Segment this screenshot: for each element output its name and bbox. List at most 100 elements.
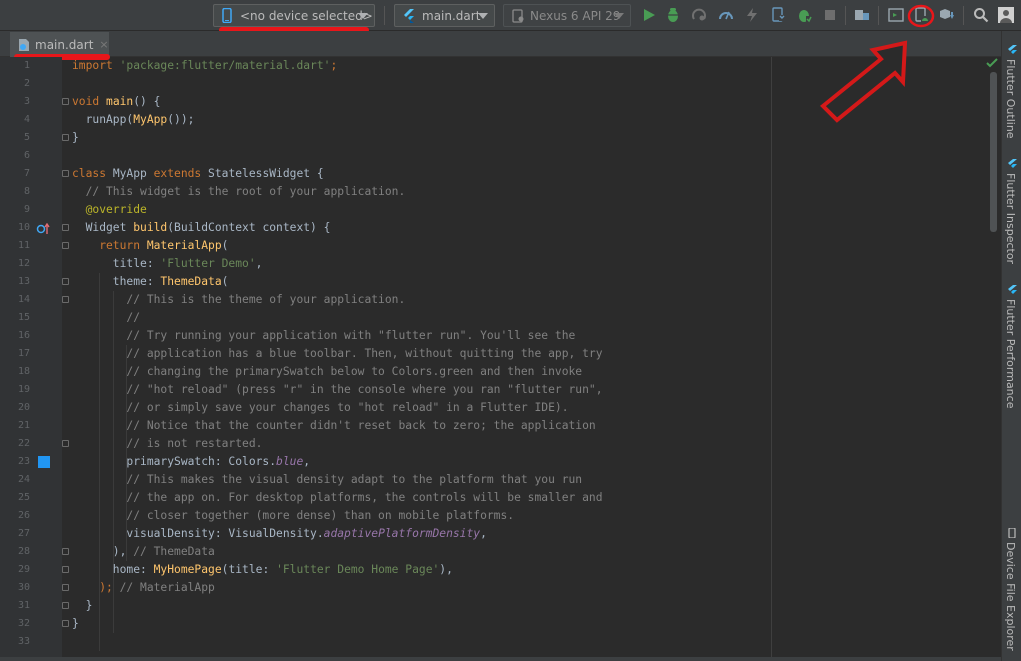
highlight-circle [907, 4, 935, 28]
code-line-25: // the app on. For desktop platforms, th… [72, 491, 603, 504]
chevron-down-icon [478, 13, 488, 19]
color-swatch-icon[interactable] [38, 456, 50, 468]
line-number: 12 [17, 258, 30, 269]
chevron-down-icon [614, 13, 624, 19]
fold-marker[interactable] [62, 548, 69, 555]
user-icon[interactable] [998, 7, 1014, 23]
close-icon[interactable]: × [99, 38, 108, 51]
main-toolbar: <no device selected> main.dart Nexus 6 A… [0, 0, 1021, 33]
fold-marker[interactable] [62, 620, 69, 627]
fold-marker[interactable] [62, 170, 69, 177]
apply-changes-icon[interactable] [796, 7, 812, 23]
code-line-23: primarySwatch: Colors.blue, [72, 455, 311, 468]
code-line-30: ); // MaterialApp [72, 581, 215, 594]
line-number: 14 [17, 294, 30, 305]
search-icon[interactable] [973, 7, 989, 23]
code-line-11: return MaterialApp( [72, 239, 229, 252]
fold-marker[interactable] [62, 278, 69, 285]
toolbar-separator [963, 6, 964, 25]
flutter-icon [404, 8, 414, 23]
device-file-explorer-icon [1008, 528, 1016, 538]
device-selector[interactable]: <no device selected> [213, 4, 375, 27]
avd-label: Nexus 6 API 29 [530, 8, 621, 23]
code-editor[interactable]: import 'package:flutter/material.dart'; … [72, 57, 772, 657]
hot-restart-icon[interactable] [744, 7, 760, 23]
line-number: 15 [17, 312, 30, 323]
code-line-10: Widget build(BuildContext context) { [72, 221, 331, 234]
code-line-8: // This widget is the root of your appli… [72, 185, 406, 198]
line-number: 13 [17, 276, 30, 287]
toolbar-separator [845, 6, 846, 25]
line-number: 26 [17, 510, 30, 521]
line-number: 22 [17, 438, 30, 449]
code-line-5: } [72, 131, 79, 144]
editor-scrollbar[interactable] [990, 72, 997, 232]
code-line-7: class MyApp extends StatelessWidget { [72, 167, 324, 180]
sync-icon[interactable] [939, 7, 955, 23]
line-number: 4 [23, 114, 30, 125]
line-number: 20 [17, 402, 30, 413]
code-line-1: import 'package:flutter/material.dart'; [72, 59, 338, 72]
line-number: 11 [17, 240, 30, 251]
line-number: 9 [23, 204, 30, 215]
sdk-manager-icon[interactable] [888, 7, 904, 23]
line-number: 18 [17, 366, 30, 377]
line-number: 1 [23, 60, 30, 71]
fold-marker[interactable] [62, 98, 69, 105]
flutter-icon [1008, 159, 1017, 168]
line-number: 25 [17, 492, 30, 503]
fold-marker[interactable] [62, 242, 69, 249]
fold-marker[interactable] [62, 584, 69, 591]
profile-icon[interactable] [691, 7, 707, 23]
line-number: 31 [17, 600, 30, 611]
line-number: 8 [23, 186, 30, 197]
code-line-16: // Try running your application with "fl… [72, 329, 576, 342]
phone-icon [222, 8, 232, 23]
tab-device-file-explorer[interactable]: Device File Explorer [1004, 542, 1017, 651]
line-number: 33 [17, 636, 30, 647]
line-number: 10 [17, 222, 30, 233]
code-line-28: ), // ThemeData [72, 545, 215, 558]
tab-label: main.dart [35, 37, 94, 52]
code-line-21: // Notice that the counter didn't reset … [72, 419, 596, 432]
line-number: 24 [17, 474, 30, 485]
fold-marker[interactable] [62, 602, 69, 609]
tab-flutter-performance[interactable]: Flutter Performance [1004, 299, 1017, 408]
flutter-icon [1008, 285, 1017, 294]
tab-flutter-outline[interactable]: Flutter Outline [1004, 59, 1017, 139]
code-line-27: visualDensity: VisualDensity.adaptivePla… [72, 527, 487, 540]
code-line-17: // application has a blue toolbar. Then,… [72, 347, 603, 360]
code-line-4: runApp(MyApp()); [72, 113, 195, 126]
line-number: 17 [17, 348, 30, 359]
line-number: 30 [17, 582, 30, 593]
line-number: 23 [17, 456, 30, 467]
project-structure-icon[interactable] [854, 7, 870, 23]
line-number: 28 [17, 546, 30, 557]
line-number: 19 [17, 384, 30, 395]
override-icon[interactable] [36, 223, 50, 235]
toolbar-separator [878, 6, 879, 25]
line-number: 7 [23, 168, 30, 179]
fold-marker[interactable] [62, 296, 69, 303]
debug-icon[interactable] [665, 7, 681, 23]
line-number: 27 [17, 528, 30, 539]
attach-icon[interactable] [770, 7, 786, 23]
code-line-29: home: MyHomePage(title: 'Flutter Demo Ho… [72, 563, 453, 576]
hot-reload-icon[interactable] [718, 7, 734, 23]
avd-selector[interactable]: Nexus 6 API 29 [503, 4, 631, 27]
tab-flutter-inspector[interactable]: Flutter Inspector [1004, 173, 1017, 264]
fold-marker[interactable] [62, 224, 69, 231]
code-line-3: void main() { [72, 95, 161, 108]
device-selector-label: <no device selected> [240, 8, 373, 23]
code-line-22: // is not restarted. [72, 437, 263, 450]
stop-icon[interactable] [822, 7, 838, 23]
fold-marker[interactable] [62, 134, 69, 141]
run-icon[interactable] [641, 7, 657, 23]
fold-marker[interactable] [62, 440, 69, 447]
run-config-selector[interactable]: main.dart [394, 4, 495, 27]
line-number: 6 [23, 150, 30, 161]
fold-marker[interactable] [62, 566, 69, 573]
dart-file-icon [19, 38, 29, 51]
code-line-31: } [72, 599, 93, 612]
code-line-12: title: 'Flutter Demo', [72, 257, 263, 270]
